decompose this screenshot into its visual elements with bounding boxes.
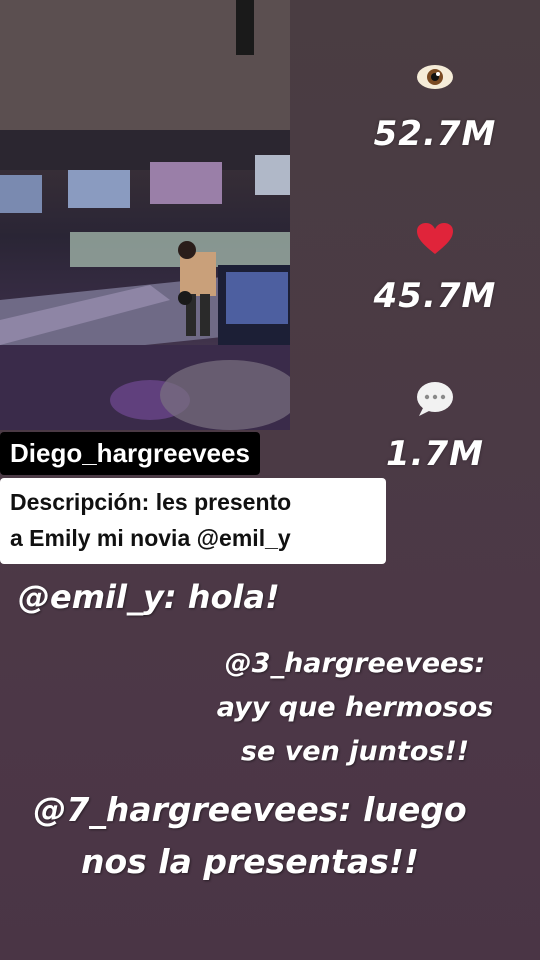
likes-count: 45.7M — [373, 276, 497, 316]
comment-line: se ven juntos!! — [240, 736, 470, 767]
post-description: Descripción: les presento a Emily mi nov… — [0, 478, 386, 564]
comment-line: nos la presentas!! — [81, 842, 419, 881]
views-stat: 52.7M — [360, 62, 510, 154]
eye-icon — [360, 62, 510, 96]
comments-stat: 1.7M — [360, 380, 510, 474]
bowling-alley-image — [0, 0, 290, 430]
comments-count: 1.7M — [385, 434, 485, 474]
speech-bubble-icon — [360, 380, 510, 422]
comment-line: ayy que hermosos — [216, 692, 494, 723]
comment-7-hargreevees: @7_hargreevees: luego nos la presentas!! — [10, 784, 490, 888]
comment-emil: @emil_y: hola! — [18, 578, 280, 616]
heart-icon — [360, 222, 510, 260]
comment-3-hargreevees: @3_hargreevees: ayy que hermosos se ven … — [200, 642, 510, 774]
comment-line: @7_hargreevees: luego — [33, 790, 467, 829]
views-count: 52.7M — [373, 114, 497, 154]
likes-stat: 45.7M — [360, 222, 510, 316]
description-line-2: a Emily mi novia @emil_y — [10, 525, 291, 551]
comment-line: @3_hargreevees: — [224, 648, 486, 679]
description-line-1: Descripción: les presento — [10, 489, 292, 515]
username-label[interactable]: Diego_hargreevees — [0, 432, 260, 475]
post-photo[interactable] — [0, 0, 290, 430]
